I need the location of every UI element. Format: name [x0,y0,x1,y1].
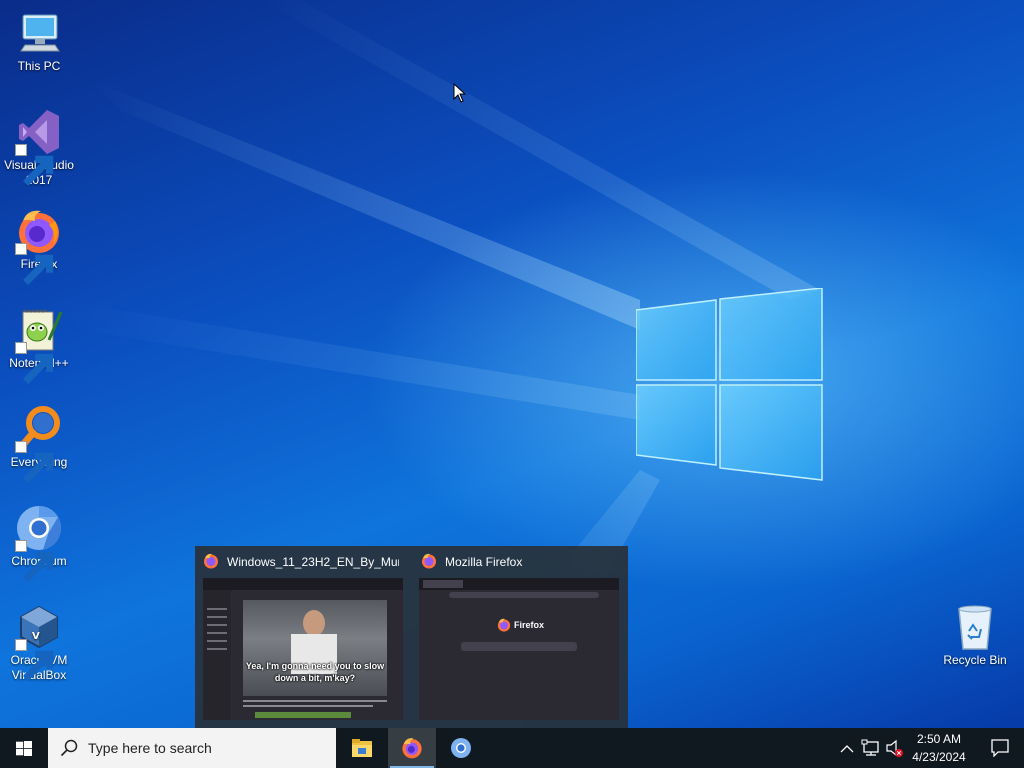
thumbnail-window-2[interactable]: Mozilla Firefox Firefox [413,546,623,728]
thumbnail-title: Windows_11_23H2_EN_By_Mur... [227,555,399,569]
preview-meme-image: Yea, I'm gonna need you to slow down a b… [243,600,387,696]
taskbar-file-explorer[interactable] [338,728,386,768]
firefox-icon [204,553,218,569]
desktop-icon-chromium[interactable]: Chromium [1,504,77,582]
chromium-icon [451,738,471,758]
desktop-icon-recycle-bin[interactable]: Recycle Bin [937,603,1013,668]
desktop-icon-visual-studio[interactable]: Visual Studio 2017 [1,108,77,188]
windows-logo [636,288,823,481]
desktop-icon-label: This PC [17,59,61,73]
clock-time: 2:50 AM [916,732,962,746]
thumbnail-title: Mozilla Firefox [445,555,523,569]
desktop-icon-virtualbox[interactable]: V Oracle VM VirtualBox [1,603,77,683]
search-icon [60,739,78,757]
firefox-icon [422,553,436,569]
taskbar-thumbnail-popup: Windows_11_23H2_EN_By_Mur... Yea, I'm go… [195,546,628,728]
desktop-icon-notepadpp[interactable]: Notepad++ [1,306,77,384]
firefox-icon [497,618,511,632]
preview-brand-text: Firefox [514,620,545,630]
taskbar-search-box[interactable]: Type here to search [48,728,336,768]
shortcut-arrow-icon [15,144,54,186]
taskbar: Type here to search 2:50 AM 4/23/2024 [0,728,1024,768]
start-button[interactable] [0,728,48,768]
shortcut-arrow-icon [15,243,54,285]
desktop-wallpaper: This PC Visual Studio 2017 Firefox Notep… [0,0,1024,728]
notification-icon [991,739,1009,757]
volume-muted-icon[interactable] [884,728,906,768]
taskbar-chromium[interactable] [437,728,485,768]
desktop-icon-firefox[interactable]: Firefox [1,207,77,285]
shortcut-arrow-icon [15,639,54,681]
shortcut-arrow-icon [15,342,54,384]
shortcut-arrow-icon [15,540,54,582]
clock-date: 4/23/2024 [912,750,966,764]
computer-icon [20,14,60,52]
network-icon[interactable] [860,728,882,768]
recycle-bin-icon [958,605,992,650]
thumbnail-preview: Firefox [419,578,619,720]
preview-caption: Yea, I'm gonna need you to slow down a b… [245,661,385,683]
desktop-icon-everything[interactable]: Everything [1,405,77,483]
desktop-icon-this-pc[interactable]: This PC [1,9,77,74]
mouse-cursor-icon [453,83,467,103]
windows-start-icon [16,741,32,756]
action-center-button[interactable] [976,728,1024,768]
shortcut-arrow-icon [15,441,54,483]
taskbar-firefox[interactable] [388,728,436,768]
search-placeholder: Type here to search [88,740,212,756]
thumbnail-preview: Yea, I'm gonna need you to slow down a b… [203,578,403,720]
show-hidden-icons-chevron-icon[interactable] [838,728,856,768]
firefox-icon [402,738,422,759]
desktop-icon-label: Recycle Bin [943,653,1007,667]
thumbnail-window-1[interactable]: Windows_11_23H2_EN_By_Mur... Yea, I'm go… [195,546,405,728]
system-clock[interactable]: 2:50 AM 4/23/2024 [904,730,974,766]
file-explorer-icon [352,739,372,757]
